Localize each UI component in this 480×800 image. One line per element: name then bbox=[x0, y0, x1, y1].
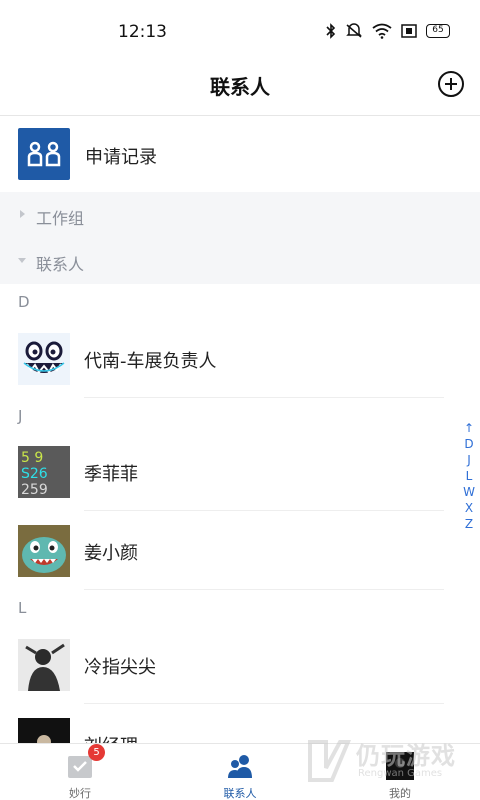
contact-name: 冷指尖尖 bbox=[84, 657, 156, 678]
apply-record-row[interactable]: 申请记录 bbox=[0, 116, 480, 192]
profile-avatar-icon bbox=[386, 752, 414, 780]
index-x[interactable]: X bbox=[462, 500, 476, 516]
avatar bbox=[18, 718, 70, 743]
status-bar: 12:13 65 bbox=[0, 0, 480, 60]
apply-record-icon bbox=[18, 128, 70, 180]
add-contact-button[interactable] bbox=[437, 70, 465, 98]
notification-badge: 5 bbox=[88, 744, 105, 761]
caret-right-icon bbox=[20, 210, 25, 218]
group-label: 联系人 bbox=[36, 255, 85, 274]
divider bbox=[84, 703, 444, 704]
contact-name: 姜小颜 bbox=[84, 543, 138, 564]
mute-icon bbox=[346, 23, 362, 38]
avatar: 5 9 S26 259 bbox=[18, 446, 70, 498]
header: 联系人 bbox=[0, 60, 480, 116]
wifi-icon bbox=[372, 23, 392, 39]
avatar bbox=[18, 525, 70, 577]
tab-label: 联系人 bbox=[223, 787, 257, 800]
contact-name: 刘经理 bbox=[84, 732, 138, 743]
caret-down-icon bbox=[18, 258, 26, 263]
tab-label: 我的 bbox=[389, 787, 411, 800]
group-work[interactable]: 工作组 bbox=[0, 192, 480, 238]
group-list: 工作组 联系人 bbox=[0, 192, 480, 284]
divider bbox=[84, 510, 444, 511]
page-title: 联系人 bbox=[210, 75, 270, 99]
status-icons: 65 bbox=[326, 23, 450, 39]
bottom-tab-bar: 5 妙行 联系人 我的 bbox=[0, 743, 480, 800]
index-d[interactable]: D bbox=[462, 436, 476, 452]
index-top[interactable]: ↑ bbox=[462, 420, 476, 436]
tab-label: 妙行 bbox=[69, 787, 91, 800]
tab-miaoxing[interactable]: 5 妙行 bbox=[0, 744, 160, 800]
index-w[interactable]: W bbox=[462, 484, 476, 500]
contact-row[interactable]: 刘经理 bbox=[0, 705, 444, 743]
contact-name: 代南-车展负责人 bbox=[84, 351, 217, 372]
tab-contacts[interactable]: 联系人 bbox=[160, 744, 320, 800]
contact-row[interactable]: 姜小颜 bbox=[0, 512, 444, 590]
index-l[interactable]: L bbox=[462, 468, 476, 484]
contact-row[interactable]: 代南-车展负责人 bbox=[0, 320, 444, 398]
section-header-j: J bbox=[18, 407, 23, 425]
group-label: 工作组 bbox=[36, 209, 85, 228]
divider bbox=[84, 397, 444, 398]
status-time: 12:13 bbox=[118, 22, 167, 42]
group-contacts[interactable]: 联系人 bbox=[0, 238, 480, 284]
avatar bbox=[18, 639, 70, 691]
index-z[interactable]: Z bbox=[462, 516, 476, 532]
avatar bbox=[18, 333, 70, 385]
contacts-icon bbox=[228, 755, 252, 778]
alphabet-index-bar[interactable]: ↑ D J L W X Z bbox=[462, 420, 476, 532]
svg-text:5 9: 5 9 bbox=[21, 450, 43, 466]
contact-row[interactable]: 冷指尖尖 bbox=[0, 626, 444, 704]
contact-name: 季菲菲 bbox=[84, 464, 138, 485]
bluetooth-icon bbox=[326, 23, 336, 39]
battery-icon: 65 bbox=[426, 24, 450, 38]
apply-record-label: 申请记录 bbox=[85, 147, 157, 168]
screen-icon bbox=[401, 24, 417, 38]
tab-mine[interactable]: 我的 bbox=[320, 744, 480, 800]
svg-text:259: 259 bbox=[21, 482, 48, 498]
contact-row[interactable]: 5 9 S26 259 季菲菲 bbox=[0, 433, 444, 511]
svg-text:S26: S26 bbox=[21, 466, 48, 482]
divider bbox=[84, 589, 444, 590]
section-header-d: D bbox=[18, 293, 30, 311]
index-j[interactable]: J bbox=[462, 452, 476, 468]
section-header-l: L bbox=[18, 599, 27, 617]
